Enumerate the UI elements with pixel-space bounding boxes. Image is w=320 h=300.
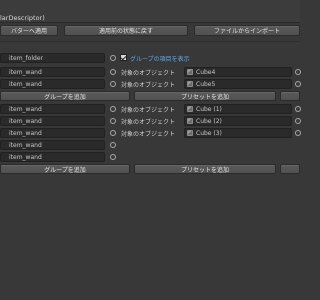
target-object-label: 対象のオブジェクト (121, 119, 176, 126)
apply-to-avatar-button[interactable]: バターへ適用 (0, 25, 58, 36)
item-picker-icon[interactable] (110, 106, 116, 112)
target-object-picker-icon[interactable] (295, 130, 301, 136)
target-object-field[interactable]: Cube (2) (184, 116, 292, 126)
folder-name-field[interactable]: item_folder (0, 53, 105, 63)
target-object-field[interactable]: Cube4 (184, 67, 292, 77)
item-picker-icon[interactable] (110, 81, 116, 87)
target-object-value: Cube (1) (196, 105, 222, 113)
item-picker-icon[interactable] (110, 118, 116, 124)
target-object-picker-icon[interactable] (295, 69, 301, 75)
target-object-field[interactable]: Cube (1) (184, 104, 292, 114)
item-field[interactable]: item_wand (0, 152, 105, 162)
target-object-picker-icon[interactable] (295, 81, 301, 87)
gameobject-icon (187, 118, 193, 124)
target-object-picker-icon[interactable] (295, 106, 301, 112)
item-field[interactable]: item_wand (0, 67, 105, 77)
item-field[interactable]: item_wand (0, 140, 105, 150)
import-from-file-button[interactable]: ファイルからインポート (194, 25, 300, 36)
item-picker-icon[interactable] (110, 142, 116, 148)
item-field[interactable]: item_wand (0, 104, 105, 114)
add-preset-button[interactable]: プリセットを追加 (134, 91, 276, 101)
add-group-button[interactable]: グループを追加 (0, 91, 130, 101)
gameobject-icon (187, 69, 193, 75)
add-preset-button[interactable]: プリセットを追加 (134, 164, 276, 174)
toolbar-divider (0, 41, 300, 42)
target-object-label: 対象のオブジェクト (121, 82, 176, 89)
target-object-label: 対象のオブジェクト (121, 107, 176, 114)
target-object-label: 対象のオブジェクト (121, 70, 176, 77)
add-group-button[interactable]: グループを追加 (0, 164, 130, 174)
item-picker-icon[interactable] (110, 154, 116, 160)
window-title: larDescriptor) (0, 14, 45, 22)
folder-object-picker-icon[interactable] (110, 55, 116, 61)
item-picker-icon[interactable] (110, 130, 116, 136)
remove-button[interactable] (280, 164, 300, 174)
target-object-field[interactable]: Cube (3) (184, 128, 292, 138)
show-group-items-label: グループの項目を表示 (130, 56, 190, 63)
gameobject-icon (187, 106, 193, 112)
item-field[interactable]: item_wand (0, 116, 105, 126)
revert-state-button[interactable]: 適用前の状態に戻す (64, 25, 188, 36)
gameobject-icon (187, 81, 193, 87)
target-object-value: Cube5 (196, 80, 216, 88)
target-object-value: Cube4 (196, 68, 216, 76)
target-object-label: 対象のオブジェクト (121, 131, 176, 138)
item-field[interactable]: item_wand (0, 79, 105, 89)
target-object-field[interactable]: Cube5 (184, 79, 292, 89)
remove-button[interactable] (280, 91, 300, 101)
window-title-bar (0, 0, 300, 23)
target-object-value: Cube (3) (196, 129, 222, 137)
item-field[interactable]: item_wand (0, 128, 105, 138)
gameobject-icon (187, 130, 193, 136)
show-group-items-checkbox[interactable] (120, 54, 127, 61)
target-object-value: Cube (2) (196, 117, 222, 125)
item-picker-icon[interactable] (110, 69, 116, 75)
target-object-picker-icon[interactable] (295, 118, 301, 124)
